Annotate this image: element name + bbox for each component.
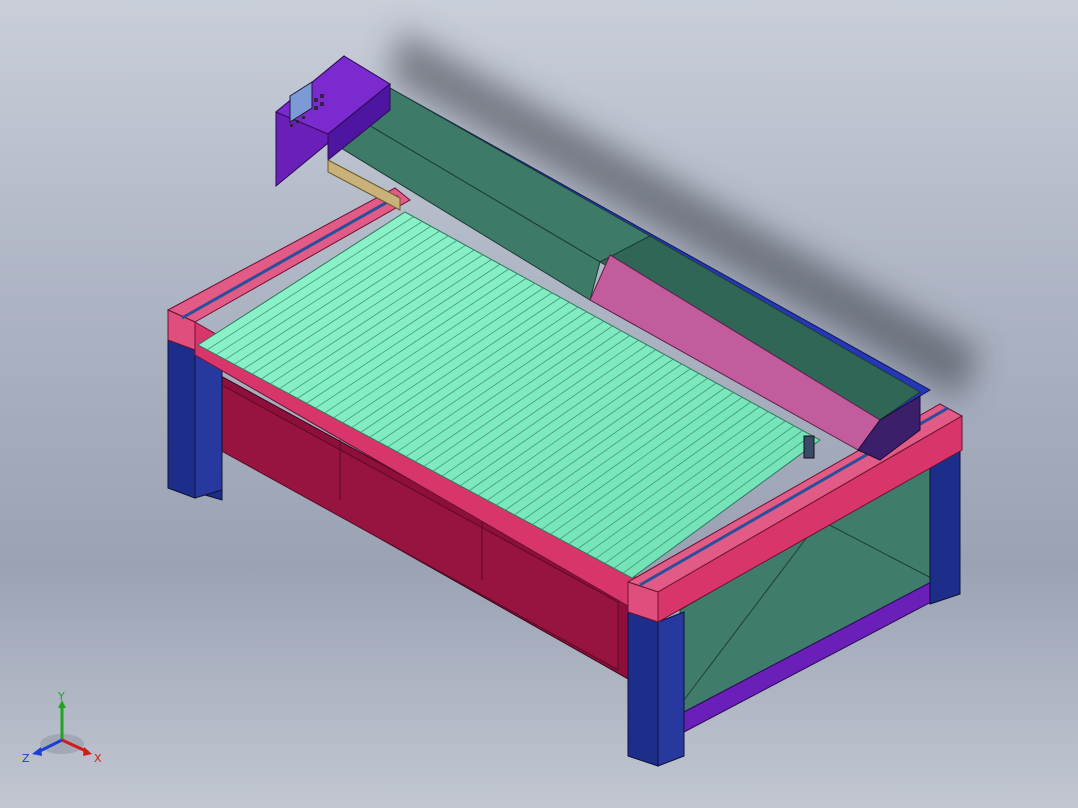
triad-y-label: Y <box>57 692 65 703</box>
front-right-leg <box>627 611 659 767</box>
triad-z-arrow <box>32 747 42 756</box>
laser-head <box>803 435 815 459</box>
back-right-leg <box>929 447 961 605</box>
front-left-leg <box>167 339 196 499</box>
triad-x-arrow <box>83 747 92 756</box>
front-right-leg-side <box>657 611 685 767</box>
triad-z-label: Z <box>22 752 30 765</box>
triad-x-label: X <box>94 752 102 765</box>
cad-viewport[interactable]: Y X Z <box>0 0 1078 808</box>
machine-model[interactable] <box>0 0 1078 808</box>
axis-triad[interactable]: Y X Z <box>20 692 110 772</box>
